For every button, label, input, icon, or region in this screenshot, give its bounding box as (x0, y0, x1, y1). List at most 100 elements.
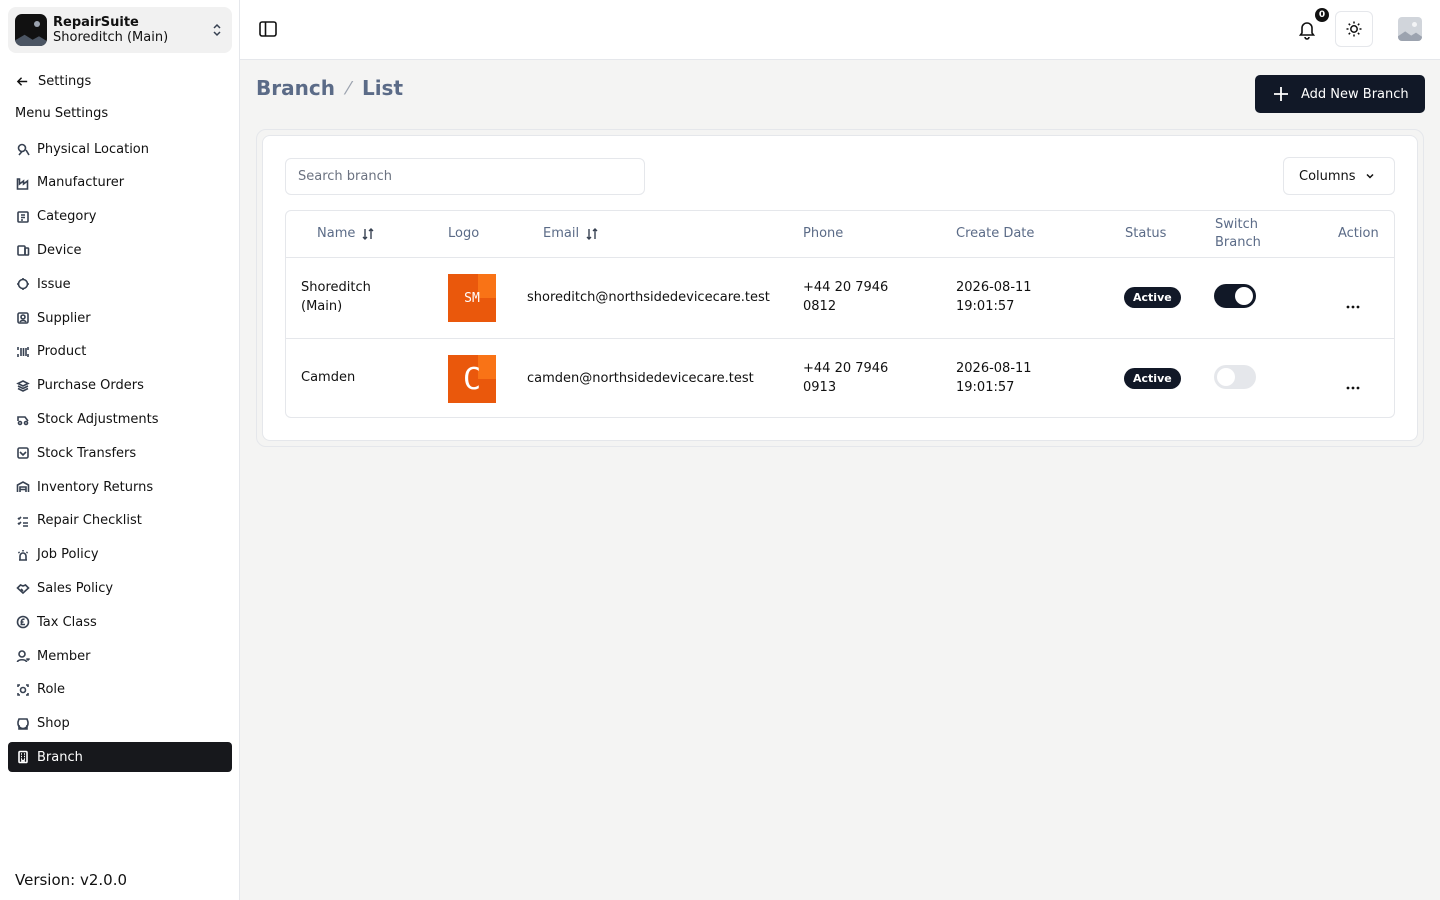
sidebar-item-label: Stock Adjustments (37, 411, 159, 427)
column-status-label: Status (1125, 226, 1167, 241)
breadcrumb-separator: ⁄ (346, 77, 350, 99)
sidebar-item-repair-checklist[interactable]: Repair Checklist (8, 506, 232, 536)
sidebar-item-stock-transfers[interactable]: Stock Transfers (8, 438, 232, 468)
notification-count-badge: 0 (1315, 8, 1329, 22)
switch-branch-toggle[interactable] (1214, 365, 1256, 389)
adjust-icon (15, 412, 30, 427)
sidebar-item-label: Branch (37, 749, 83, 765)
column-header-switch-branch: Switch Branch (1215, 211, 1285, 257)
breadcrumb: Branch ⁄ List (256, 76, 403, 100)
version-label: Version: v2.0.0 (15, 871, 128, 889)
chevron-down-icon (1366, 173, 1374, 179)
column-header-email[interactable]: Email (543, 211, 599, 257)
sidebar-item-supplier[interactable]: Supplier (8, 303, 232, 333)
menu-settings-heading: Menu Settings (15, 106, 109, 121)
sidebar-item-label: Issue (37, 276, 71, 292)
row-actions-button[interactable] (1341, 295, 1365, 319)
column-header-phone: Phone (803, 211, 843, 257)
sidebar-item-sales-policy[interactable]: Sales Policy (8, 573, 232, 603)
row-actions-button[interactable] (1341, 376, 1365, 400)
status-badge: Active (1124, 287, 1181, 308)
sidebar-item-product[interactable]: Product (8, 337, 232, 367)
sidebar-toggle-icon[interactable] (258, 19, 278, 39)
theme-toggle-button[interactable] (1335, 11, 1373, 47)
search-branch-input[interactable] (285, 158, 645, 195)
sidebar-item-branch[interactable]: Branch (8, 742, 232, 773)
column-logo-label: Logo (448, 226, 480, 241)
column-header-status: Status (1125, 211, 1166, 257)
sidebar-item-purchase-orders[interactable]: Purchase Orders (8, 371, 232, 401)
back-to-settings-link[interactable]: Settings (8, 64, 232, 98)
sidebar-item-category[interactable]: Category (8, 202, 232, 232)
layers-icon (15, 378, 30, 393)
sidebar-item-shop[interactable]: Shop (8, 709, 232, 739)
sidebar-item-label: Repair Checklist (37, 513, 142, 529)
current-branch: Shoreditch (Main) (53, 30, 169, 45)
sidebar-item-label: Physical Location (37, 141, 149, 157)
sidebar-item-tax-class[interactable]: Tax Class (8, 607, 232, 637)
sun-icon (1346, 21, 1362, 37)
column-email-label: Email (543, 226, 580, 241)
branch-email: shoreditch@northsidedevicecare.test (527, 290, 770, 305)
sidebar-item-label: Category (37, 209, 97, 225)
branch-phone: +44 20 7946 0913 (803, 361, 889, 395)
transfer-icon (15, 446, 30, 461)
sidebar-item-issue[interactable]: Issue (8, 269, 232, 299)
factory-icon (15, 175, 30, 190)
location-icon (15, 142, 30, 157)
toggle-knob (1217, 368, 1235, 386)
branch-email: camden@northsidedevicecare.test (527, 371, 754, 386)
column-header-name[interactable]: Name (317, 211, 375, 257)
warehouse-icon (15, 480, 30, 495)
branch-phone: +44 20 7946 0812 (803, 280, 889, 314)
branch-create-date: 2026-08-11 19:01:57 (956, 280, 1032, 314)
bell-icon[interactable] (1296, 18, 1318, 40)
product-icon (15, 344, 30, 359)
sidebar-item-role[interactable]: Role (8, 675, 232, 705)
user-avatar[interactable] (1398, 17, 1422, 41)
column-header-action: Action (1338, 211, 1379, 257)
status-badge: Active (1124, 368, 1181, 389)
switch-branch-toggle[interactable] (1214, 284, 1256, 308)
sidebar-item-label: Sales Policy (37, 580, 114, 596)
sidebar-item-stock-adjustments[interactable]: Stock Adjustments (8, 404, 232, 434)
branch-name: Shoreditch (Main) (301, 280, 371, 314)
sidebar-item-manufacturer[interactable]: Manufacturer (8, 168, 232, 198)
sidebar-item-device[interactable]: Device (8, 235, 232, 265)
column-phone-label: Phone (803, 226, 844, 241)
add-new-branch-button[interactable]: Add New Branch (1255, 75, 1425, 113)
store-icon (15, 716, 30, 731)
back-label: Settings (38, 73, 92, 89)
device-icon (15, 243, 30, 258)
handshake-icon (15, 581, 30, 596)
sidebar-item-job-policy[interactable]: Job Policy (8, 540, 232, 570)
branch-logo: C (448, 355, 496, 403)
topbar: 0 (240, 0, 1440, 60)
breadcrumb-page: List (361, 76, 404, 100)
sidebar-item-label: Inventory Returns (37, 479, 154, 495)
role-icon (15, 682, 30, 697)
sidebar-item-inventory-returns[interactable]: Inventory Returns (8, 472, 232, 502)
checklist-icon (15, 513, 30, 528)
more-horizontal-icon (1346, 305, 1360, 309)
branch-create-date: 2026-08-11 19:01:57 (956, 361, 1032, 395)
columns-dropdown-button[interactable]: Columns (1283, 157, 1395, 195)
branch-logo-text: C (462, 361, 482, 397)
add-new-branch-label: Add New Branch (1301, 86, 1409, 102)
sidebar-item-label: Supplier (37, 310, 91, 326)
branch-table: Name Logo Email Phone Create Date Status… (285, 210, 1395, 418)
table-row: Camden C camden@northsidedevicecare.test… (286, 339, 1394, 417)
branch-switcher[interactable]: RepairSuite Shoreditch (Main) (8, 7, 232, 53)
sidebar-item-member[interactable]: Member (8, 641, 232, 671)
sidebar-item-label: Shop (37, 716, 70, 732)
brand-name: RepairSuite (53, 15, 139, 30)
branch-logo: SM (448, 274, 496, 322)
sidebar-item-label: Role (37, 682, 66, 698)
column-create-date-label: Create Date (956, 226, 1035, 241)
sidebar-item-physical-location[interactable]: Physical Location (8, 134, 232, 164)
category-icon (15, 209, 30, 224)
column-action-label: Action (1338, 226, 1379, 241)
breadcrumb-section[interactable]: Branch (256, 76, 335, 100)
sidebar-item-label: Stock Transfers (37, 445, 137, 461)
column-header-logo: Logo (448, 211, 479, 257)
